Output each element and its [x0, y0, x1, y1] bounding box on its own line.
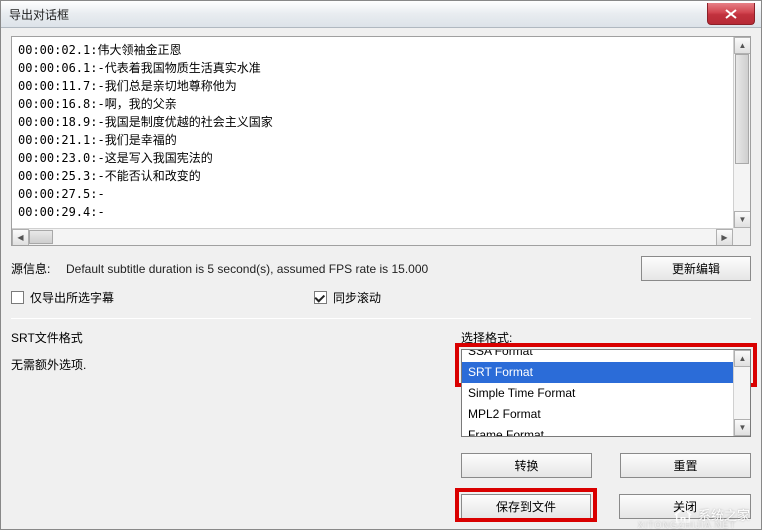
watermark: 系统之家 XITONGZHIJIA.NET	[672, 505, 750, 524]
list-item[interactable]: SRT Format	[462, 362, 733, 383]
sync-scroll-checkbox[interactable]: 同步滚动	[314, 289, 381, 306]
scroll-corner	[733, 228, 750, 245]
window-title: 导出对话框	[9, 6, 69, 23]
scroll-down-icon[interactable]: ▼	[734, 419, 751, 436]
format-listbox[interactable]: SSA FormatSRT FormatSimple Time FormatMP…	[461, 349, 751, 437]
scroll-right-icon[interactable]: ▶	[716, 229, 733, 246]
format-note: 无需额外选项.	[11, 356, 451, 373]
subtitle-text[interactable]: 00:00:02.1:伟大领袖金正恩 00:00:06.1:-代表着我国物质生活…	[12, 37, 733, 228]
export-selected-label: 仅导出所选字幕	[30, 289, 114, 306]
format-listbox-wrap: SSA FormatSRT FormatSimple Time FormatMP…	[461, 349, 751, 437]
format-selector-panel: 选择格式: SSA FormatSRT FormatSimple Time Fo…	[461, 329, 751, 519]
list-item[interactable]: SSA Format	[462, 349, 733, 362]
format-title: SRT文件格式	[11, 329, 451, 346]
list-item[interactable]: Frame Format	[462, 425, 733, 437]
horizontal-scrollbar[interactable]: ◀ ▶	[12, 228, 733, 245]
close-window-button[interactable]	[707, 3, 755, 25]
subtitle-preview: 00:00:02.1:伟大领袖金正恩 00:00:06.1:-代表着我国物质生活…	[11, 36, 751, 246]
lower-panel: SRT文件格式 无需额外选项. 选择格式: SSA FormatSRT Form…	[11, 329, 751, 519]
format-info: SRT文件格式 无需额外选项.	[11, 329, 451, 519]
vertical-scrollbar[interactable]: ▲ ▼	[733, 37, 750, 228]
scroll-thumb[interactable]	[29, 230, 53, 244]
list-item[interactable]: Simple Time Format	[462, 383, 733, 404]
source-row: 源信息: Default subtitle duration is 5 seco…	[11, 256, 751, 281]
divider	[11, 318, 751, 319]
scroll-up-icon[interactable]: ▲	[734, 37, 751, 54]
dialog-content: 00:00:02.1:伟大领袖金正恩 00:00:06.1:-代表着我国物质生活…	[1, 28, 761, 529]
export-dialog: 导出对话框 00:00:02.1:伟大领袖金正恩 00:00:06.1:-代表着…	[0, 0, 762, 530]
titlebar-buttons	[707, 3, 761, 25]
checkbox-checked-icon	[314, 291, 327, 304]
export-selected-checkbox[interactable]: 仅导出所选字幕	[11, 289, 114, 306]
reset-button[interactable]: 重置	[620, 453, 751, 478]
source-label: 源信息:	[11, 260, 66, 277]
checkbox-icon	[11, 291, 24, 304]
listbox-scrollbar[interactable]: ▲ ▼	[733, 350, 750, 436]
update-edit-button[interactable]: 更新编辑	[641, 256, 751, 281]
scroll-down-icon[interactable]: ▼	[734, 211, 751, 228]
scroll-up-icon[interactable]: ▲	[734, 350, 751, 367]
scroll-thumb[interactable]	[735, 54, 749, 164]
watermark-sub: XITONGZHIJIA.NET	[638, 520, 736, 530]
convert-button[interactable]: 转换	[461, 453, 592, 478]
select-format-label: 选择格式:	[461, 329, 751, 346]
close-icon	[725, 9, 737, 19]
convert-row: 转换 重置	[461, 453, 751, 478]
titlebar: 导出对话框	[1, 1, 761, 28]
source-info-text: Default subtitle duration is 5 second(s)…	[66, 262, 633, 276]
scroll-left-icon[interactable]: ◀	[12, 229, 29, 246]
sync-scroll-label: 同步滚动	[333, 289, 381, 306]
checkbox-row: 仅导出所选字幕 同步滚动	[11, 289, 751, 306]
list-item[interactable]: MPL2 Format	[462, 404, 733, 425]
save-to-file-button[interactable]: 保存到文件	[461, 494, 591, 519]
